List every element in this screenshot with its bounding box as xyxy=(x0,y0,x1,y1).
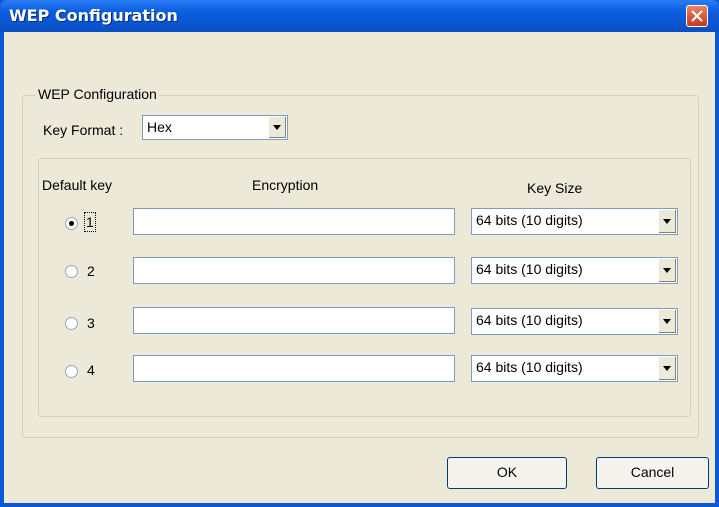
ok-button-label: OK xyxy=(496,464,518,480)
key-number-4: 4 xyxy=(87,362,95,378)
close-button[interactable] xyxy=(686,5,708,27)
dropdown-button[interactable] xyxy=(268,117,286,138)
key-size-value-3: 64 bits (10 digits) xyxy=(476,312,583,328)
chevron-down-icon xyxy=(663,365,671,371)
dropdown-button[interactable] xyxy=(658,210,676,233)
dropdown-button[interactable] xyxy=(658,357,676,380)
default-key-radio-3[interactable] xyxy=(65,317,78,330)
dropdown-button[interactable] xyxy=(658,259,676,282)
dropdown-button[interactable] xyxy=(658,310,676,333)
close-icon xyxy=(691,10,703,22)
default-key-header: Default key xyxy=(42,177,113,193)
key-format-label: Key Format : xyxy=(43,122,124,138)
window-title: WEP Configuration xyxy=(9,6,178,25)
key-size-value-1: 64 bits (10 digits) xyxy=(476,212,583,228)
cancel-button[interactable]: Cancel xyxy=(596,457,709,489)
encryption-key-input-4[interactable] xyxy=(133,355,455,382)
key-number-3: 3 xyxy=(87,315,95,331)
key-size-select-4[interactable]: 64 bits (10 digits) xyxy=(471,355,678,382)
chevron-down-icon xyxy=(663,318,671,324)
default-key-radio-1[interactable] xyxy=(65,217,78,230)
dialog-window: WEP Configuration WEP Configuration Key … xyxy=(0,0,719,507)
key-size-header: Key Size xyxy=(527,180,583,196)
group-legend: WEP Configuration xyxy=(36,86,159,102)
encryption-key-input-2[interactable] xyxy=(133,257,455,284)
key-number-2: 2 xyxy=(87,263,95,279)
cancel-button-label: Cancel xyxy=(630,464,675,480)
key-format-value: Hex xyxy=(147,119,172,135)
encryption-key-input-1[interactable] xyxy=(133,208,455,235)
default-key-radio-2[interactable] xyxy=(65,265,78,278)
key-number-1: 1 xyxy=(84,212,96,232)
key-size-select-1[interactable]: 64 bits (10 digits) xyxy=(471,208,678,235)
key-size-select-2[interactable]: 64 bits (10 digits) xyxy=(471,257,678,284)
default-key-radio-4[interactable] xyxy=(65,365,78,378)
chevron-down-icon xyxy=(273,124,281,130)
chevron-down-icon xyxy=(663,218,671,224)
key-size-select-3[interactable]: 64 bits (10 digits) xyxy=(471,308,678,335)
encryption-key-input-3[interactable] xyxy=(133,307,455,334)
encryption-header: Encryption xyxy=(252,177,319,193)
title-bar[interactable]: WEP Configuration xyxy=(0,0,719,32)
key-size-value-4: 64 bits (10 digits) xyxy=(476,359,583,375)
ok-button[interactable]: OK xyxy=(447,457,567,489)
key-format-select[interactable]: Hex xyxy=(142,115,288,140)
key-size-value-2: 64 bits (10 digits) xyxy=(476,261,583,277)
chevron-down-icon xyxy=(663,267,671,273)
